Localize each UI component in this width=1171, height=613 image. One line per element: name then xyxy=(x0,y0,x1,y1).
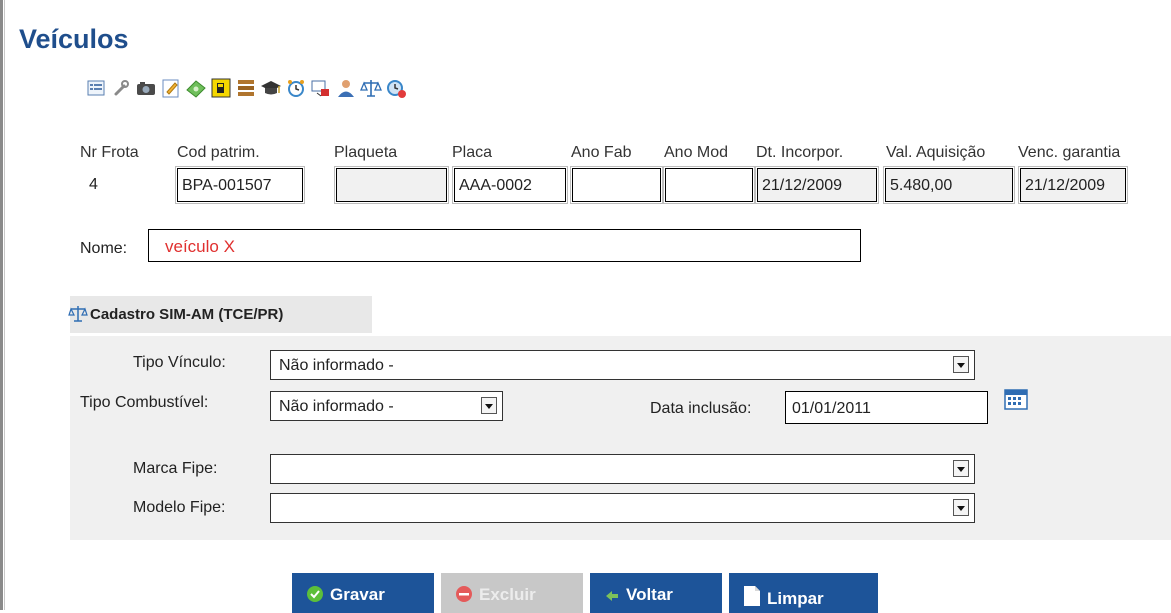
placa-label: Placa xyxy=(452,144,493,161)
schedule-icon[interactable] xyxy=(384,76,408,100)
chevron-down-icon[interactable] xyxy=(953,356,969,373)
ano-fab-field[interactable] xyxy=(570,166,663,204)
plaqueta-label: Plaqueta xyxy=(334,144,398,161)
ano-mod-field[interactable] xyxy=(663,166,755,204)
balance-scale-icon xyxy=(68,303,88,330)
gravar-label: Gravar xyxy=(330,585,385,604)
cod-patrim-field[interactable]: BPA-001507 xyxy=(175,166,305,204)
data-inclusao-label: Data inclusão: xyxy=(650,400,752,417)
chevron-down-icon[interactable] xyxy=(953,460,969,477)
balance-scale-icon[interactable] xyxy=(359,76,383,100)
tipo-vinculo-label: Tipo Vínculo: xyxy=(133,354,226,371)
ano-mod-label: Ano Mod xyxy=(664,144,729,161)
nr-frota-label: Nr Frota xyxy=(80,144,139,161)
page-title: Veículos xyxy=(19,24,129,54)
documents-icon[interactable] xyxy=(234,76,258,100)
window-left-border-inner xyxy=(4,0,5,610)
tipo-combustivel-value: Não informado - xyxy=(279,398,394,415)
list-icon[interactable] xyxy=(84,76,108,100)
alarm-clock-icon[interactable] xyxy=(284,76,308,100)
fuel-icon[interactable] xyxy=(209,76,233,100)
back-arrow-icon xyxy=(604,588,620,608)
money-icon[interactable] xyxy=(184,76,208,100)
modelo-fipe-label: Modelo Fipe: xyxy=(133,499,226,516)
val-aquisicao-label: Val. Aquisição xyxy=(886,144,986,161)
modelo-fipe-select[interactable] xyxy=(270,493,975,523)
gravar-button[interactable]: Gravar xyxy=(292,573,434,613)
val-aquisicao-field[interactable]: 5.480,00 xyxy=(883,166,1015,204)
dt-incorpor-field[interactable]: 21/12/2009 xyxy=(755,166,879,204)
tipo-vinculo-select[interactable]: Não informado - xyxy=(270,350,975,380)
cod-patrim-label: Cod patrim. xyxy=(177,144,260,161)
plaqueta-field[interactable] xyxy=(334,166,449,204)
tipo-combustivel-select[interactable]: Não informado - xyxy=(270,391,503,421)
section-title: Cadastro SIM-AM (TCE/PR) xyxy=(90,306,284,323)
nome-field[interactable]: veículo X xyxy=(148,229,861,262)
voltar-label: Voltar xyxy=(626,585,673,604)
venc-garantia-label: Venc. garantia xyxy=(1018,144,1121,161)
check-circle-icon xyxy=(306,585,324,608)
nr-frota-value: 4 xyxy=(89,176,98,193)
dt-incorpor-label: Dt. Incorpor. xyxy=(756,144,844,161)
edit-icon[interactable] xyxy=(159,76,183,100)
calendar-icon[interactable] xyxy=(1004,388,1028,410)
data-inclusao-field[interactable]: 01/01/2011 xyxy=(785,391,988,424)
marca-fipe-label: Marca Fipe: xyxy=(133,460,218,477)
placa-field[interactable]: AAA-0002 xyxy=(452,166,568,204)
graduation-cap-icon[interactable] xyxy=(259,76,283,100)
ano-fab-label: Ano Fab xyxy=(571,144,632,161)
transfer-icon[interactable] xyxy=(309,76,333,100)
marca-fipe-select[interactable] xyxy=(270,454,975,484)
excluir-label: Excluir xyxy=(479,585,536,604)
tipo-vinculo-value: Não informado - xyxy=(279,357,394,374)
limpar-button[interactable]: Limpar xyxy=(729,573,878,613)
tipo-combustivel-label: Tipo Combustível: xyxy=(80,394,209,411)
camera-icon[interactable] xyxy=(134,76,158,100)
minus-circle-icon xyxy=(455,585,473,608)
limpar-label: Limpar xyxy=(767,589,824,608)
voltar-button[interactable]: Voltar xyxy=(590,573,722,613)
venc-garantia-field[interactable]: 21/12/2009 xyxy=(1018,166,1128,204)
user-icon[interactable] xyxy=(334,76,358,100)
document-icon xyxy=(743,585,761,612)
chevron-down-icon[interactable] xyxy=(953,499,969,516)
wrench-icon[interactable] xyxy=(109,76,133,100)
sim-am-section-header[interactable]: Cadastro SIM-AM (TCE/PR) xyxy=(68,296,372,333)
nome-label: Nome: xyxy=(80,240,128,257)
chevron-down-icon[interactable] xyxy=(481,397,497,414)
excluir-button[interactable]: Excluir xyxy=(441,573,583,613)
nome-value: veículo X xyxy=(165,237,235,256)
window-left-border xyxy=(0,0,3,610)
